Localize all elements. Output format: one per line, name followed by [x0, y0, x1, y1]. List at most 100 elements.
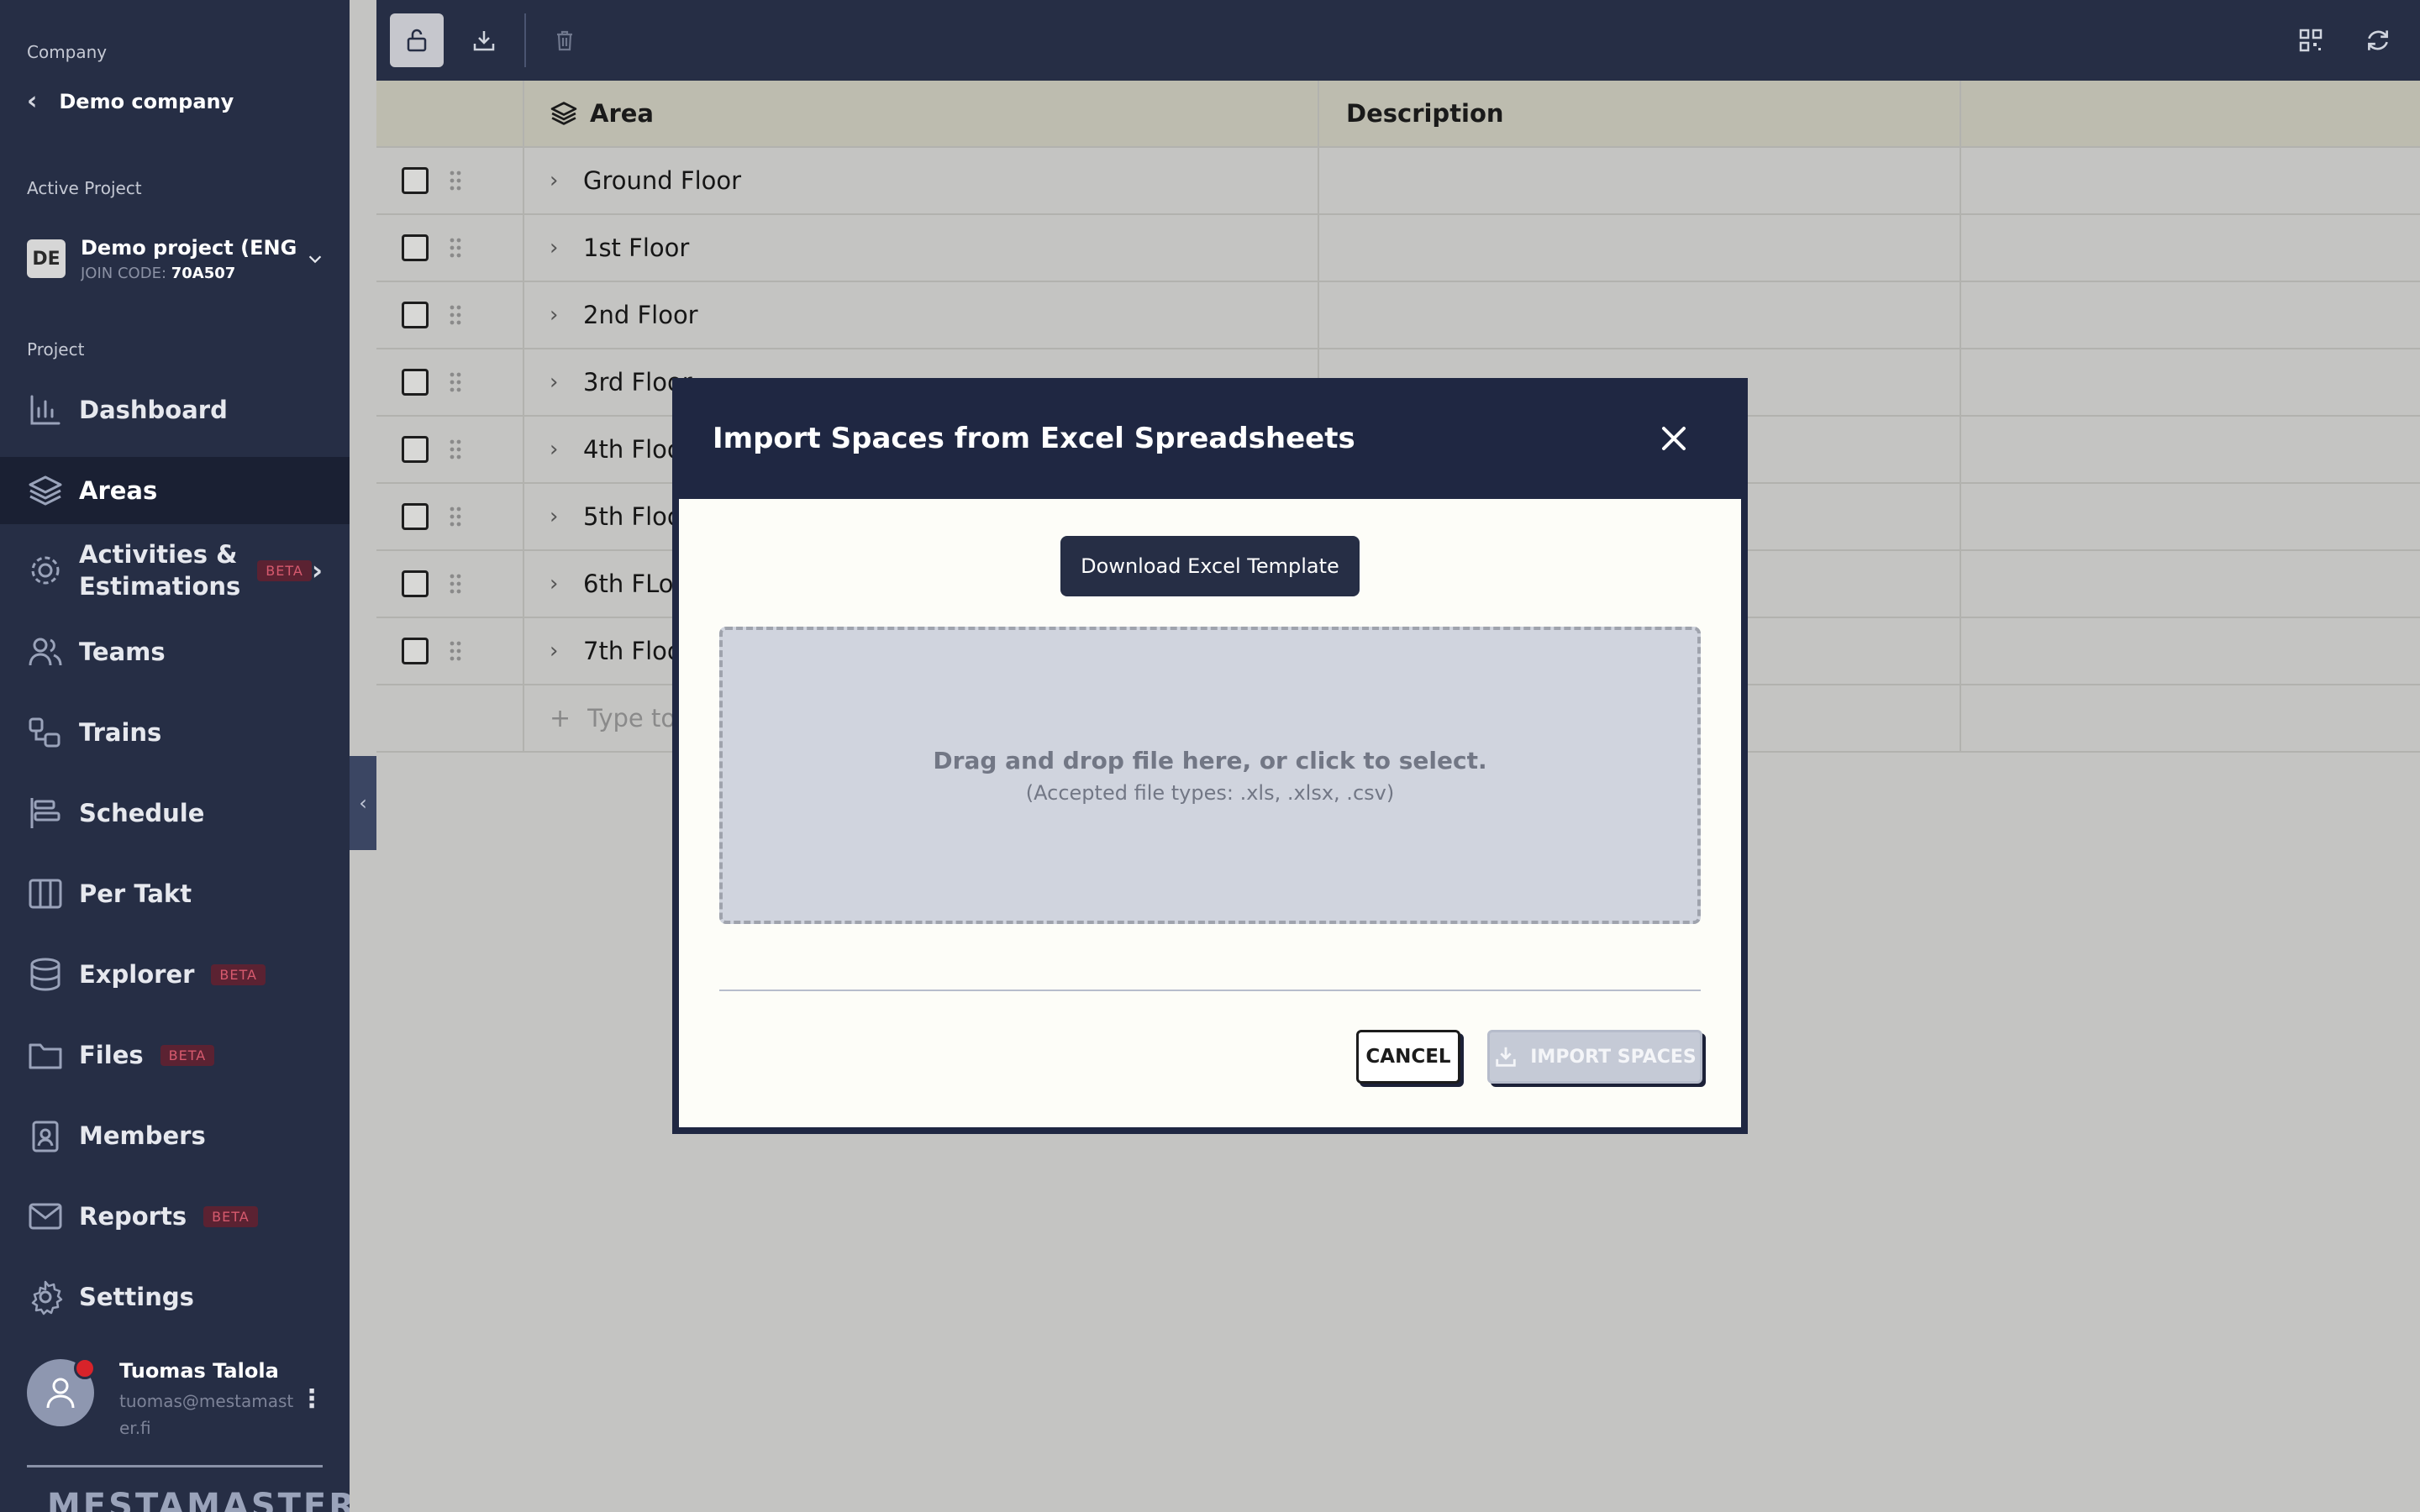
drag-handle-icon[interactable]: [449, 640, 462, 662]
row-checkbox[interactable]: [402, 570, 429, 597]
chevron-right-icon[interactable]: ›: [550, 437, 566, 462]
layers-icon: [550, 102, 577, 125]
area-name: 2nd Floor: [583, 301, 698, 329]
table-row[interactable]: › Ground Floor: [376, 148, 2420, 215]
drag-handle-icon[interactable]: [449, 438, 462, 460]
chevron-right-icon: ›: [311, 554, 323, 586]
database-icon: [30, 958, 60, 991]
mail-icon: [29, 1203, 62, 1230]
chevron-right-icon[interactable]: ›: [550, 638, 566, 664]
drag-handle-icon[interactable]: [449, 304, 462, 326]
chevron-right-icon[interactable]: ›: [550, 504, 566, 529]
user-name: Tuomas Talola: [119, 1359, 279, 1383]
collapse-sidebar-button[interactable]: ‹: [350, 756, 376, 850]
gear-icon: [31, 556, 60, 585]
column-header-description[interactable]: Description: [1319, 81, 1961, 146]
description-cell[interactable]: [1319, 148, 1961, 213]
sidebar-item-reports[interactable]: Reports BETA: [0, 1183, 350, 1250]
file-dropzone[interactable]: Drag and drop file here, or click to sel…: [719, 627, 1701, 924]
sidebar-item-per-takt[interactable]: Per Takt: [0, 860, 350, 927]
area-name: 1st Floor: [583, 234, 690, 262]
chevron-left-icon: ‹: [359, 791, 367, 815]
company-name: Demo company: [59, 90, 234, 113]
user-email: tuomas@mestamaster.fi: [119, 1391, 294, 1438]
drag-handle-icon[interactable]: [449, 170, 462, 192]
sidebar-item-trains[interactable]: Trains: [0, 699, 350, 766]
bar-chart-icon: [30, 395, 60, 425]
avatar: [27, 1357, 96, 1426]
sidebar-item-activities[interactable]: Activities & Estimations BETA ›: [0, 524, 350, 617]
row-checkbox[interactable]: [402, 503, 429, 530]
import-spaces-button[interactable]: IMPORT SPACES: [1487, 1030, 1702, 1084]
drag-handle-icon[interactable]: [449, 371, 462, 393]
qr-code-button[interactable]: [2291, 20, 2331, 60]
unlock-button[interactable]: [390, 13, 444, 67]
row-checkbox[interactable]: [402, 234, 429, 261]
row-checkbox[interactable]: [402, 369, 429, 396]
sidebar-item-teams[interactable]: Teams: [0, 618, 350, 685]
accepted-file-types: (Accepted file types: .xls, .xlsx, .csv): [1025, 780, 1395, 805]
toolbar-separator: [524, 13, 526, 67]
import-modal: Import Spaces from Excel Spreadsheets Do…: [672, 378, 1748, 1134]
unlock-icon: [407, 29, 427, 52]
beta-badge: BETA: [160, 1044, 215, 1066]
sidebar-item-files[interactable]: Files BETA: [0, 1021, 350, 1089]
badge-icon: [32, 1121, 59, 1152]
row-checkbox[interactable]: [402, 436, 429, 463]
brand-logo: MESTAMASTER: [47, 1487, 350, 1512]
description-cell[interactable]: [1319, 282, 1961, 348]
delete-button[interactable]: [538, 13, 592, 67]
project-name: Demo project (ENG) 2: [81, 235, 297, 260]
columns-icon: [29, 879, 62, 909]
sidebar-item-schedule[interactable]: Schedule: [0, 780, 350, 847]
download-template-button[interactable]: Download Excel Template: [1060, 536, 1360, 596]
dropzone-text: Drag and drop file here, or click to sel…: [933, 746, 1487, 774]
row-checkbox[interactable]: [402, 302, 429, 328]
chevron-right-icon[interactable]: ›: [550, 370, 566, 395]
beta-badge: BETA: [211, 963, 266, 985]
beta-badge: BETA: [257, 559, 312, 581]
drag-handle-icon[interactable]: [449, 506, 462, 528]
description-cell[interactable]: [1319, 215, 1961, 281]
refresh-button[interactable]: [2358, 20, 2398, 60]
download-button[interactable]: [457, 13, 511, 67]
chevron-right-icon[interactable]: ›: [550, 235, 566, 260]
settings-icon: [31, 1280, 63, 1315]
user-icon: [46, 1378, 75, 1409]
sidebar-item-members[interactable]: Members: [0, 1102, 350, 1169]
table-row[interactable]: › 1st Floor: [376, 215, 2420, 282]
notification-dot: [74, 1357, 96, 1379]
cancel-button[interactable]: CANCEL: [1356, 1030, 1460, 1084]
chevron-right-icon[interactable]: ›: [550, 571, 566, 596]
train-icon: [29, 717, 60, 748]
plus-icon: +: [550, 703, 571, 733]
users-icon: [29, 638, 62, 666]
chevron-right-icon[interactable]: ›: [550, 168, 566, 193]
sidebar-item-areas[interactable]: Areas: [0, 457, 350, 524]
modal-title: Import Spaces from Excel Spreadsheets: [713, 422, 1355, 455]
import-icon: [1496, 1047, 1516, 1067]
drag-handle-icon[interactable]: [449, 237, 462, 259]
divider: [27, 1465, 323, 1467]
user-profile[interactable]: Tuomas Talola tuomas@mestamaster.fi ⋮: [27, 1357, 338, 1443]
project-selector[interactable]: DE Demo project (ENG) 2 JOIN CODE: 70A50…: [27, 225, 329, 292]
join-code: JOIN CODE: 70A507: [81, 264, 236, 282]
sidebar-item-dashboard[interactable]: Dashboard: [0, 376, 350, 444]
beta-badge: BETA: [203, 1205, 258, 1227]
chevron-right-icon[interactable]: ›: [550, 302, 566, 328]
sidebar-item-explorer[interactable]: Explorer BETA: [0, 941, 350, 1008]
divider: [719, 990, 1701, 991]
company-switcher[interactable]: ‹ Demo company: [27, 89, 234, 114]
table-row[interactable]: › 2nd Floor: [376, 282, 2420, 349]
sidebar-item-settings[interactable]: Settings: [0, 1263, 350, 1331]
drag-handle-icon[interactable]: [449, 573, 462, 595]
more-vertical-icon[interactable]: ⋮: [299, 1384, 324, 1414]
sidebar: Company ‹ Demo company Active Project DE…: [0, 0, 350, 1512]
row-checkbox[interactable]: [402, 167, 429, 194]
column-header-area[interactable]: Area: [524, 81, 1319, 146]
refresh-icon: [2368, 30, 2388, 50]
close-icon[interactable]: [1657, 422, 1691, 455]
chevron-down-icon: [308, 255, 322, 264]
download-icon: [473, 31, 495, 51]
row-checkbox[interactable]: [402, 638, 429, 664]
